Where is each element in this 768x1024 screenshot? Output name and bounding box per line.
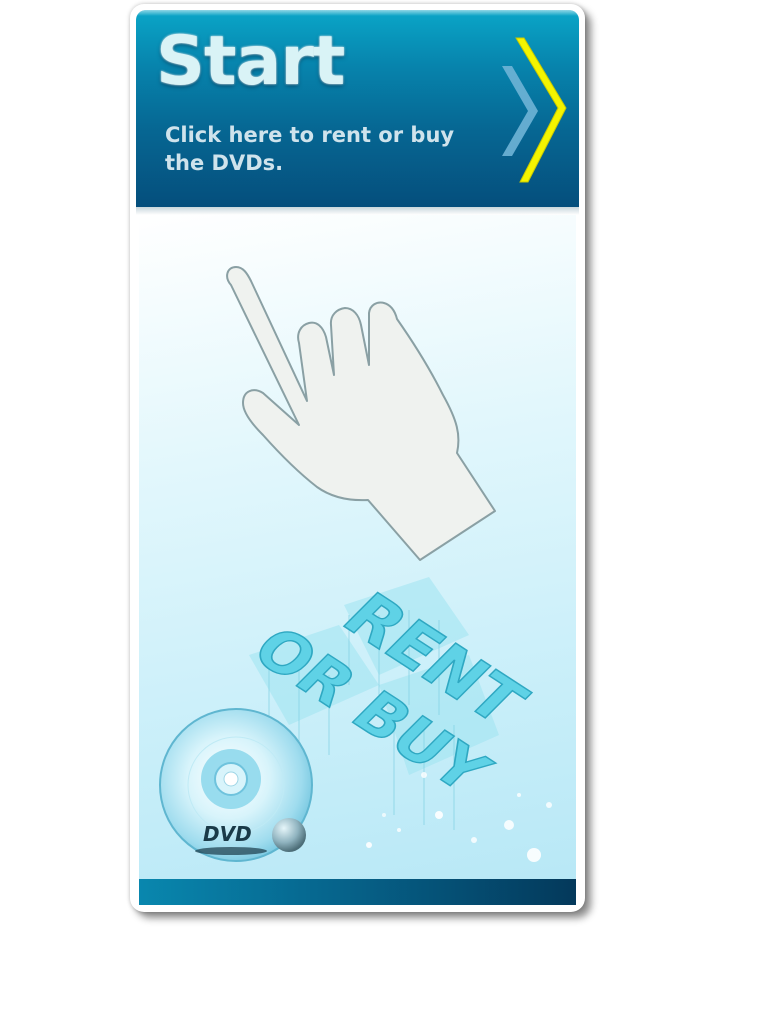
banner-divider: [136, 207, 579, 215]
rent-buy-panel: Start Click here to rent or buy the DVDs…: [130, 4, 585, 912]
banner-sheen: [136, 10, 579, 16]
footer-bar: [139, 879, 576, 905]
dvd-logo: DVD: [203, 822, 252, 846]
dvd-disc-icon: DVD: [159, 708, 313, 862]
start-title: Start: [156, 22, 345, 101]
start-subtitle: Click here to rent or buy the DVDs.: [165, 123, 455, 175]
start-banner-button[interactable]: Start Click here to rent or buy the DVDs…: [136, 10, 579, 208]
chevron-right-icon: [502, 37, 567, 183]
artwork-area: RENT OR BUY DVD: [139, 215, 576, 880]
rent-or-buy-artwork: RENT OR BUY DVD: [159, 577, 552, 862]
